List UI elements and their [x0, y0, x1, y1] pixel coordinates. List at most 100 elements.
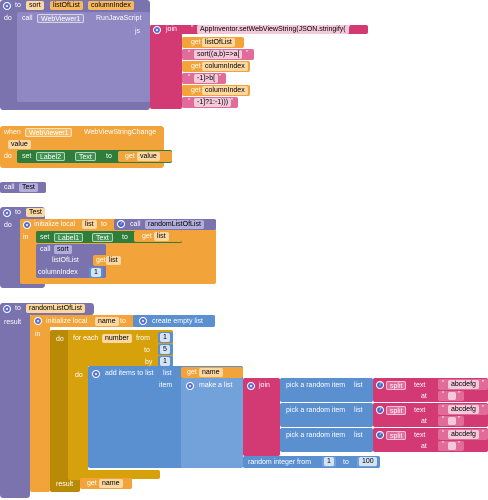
gear-icon[interactable] [23, 221, 31, 229]
method-label: RunJavaScript [96, 15, 142, 22]
quote-open-icon: “ [191, 25, 194, 32]
text-string-2[interactable]: sort((a,b)=>a[ [194, 50, 243, 59]
to-label: to [15, 2, 21, 9]
to-label: to [15, 209, 21, 216]
component-dropdown[interactable]: WebViewer1 [25, 128, 73, 137]
var-dropdown[interactable]: list [154, 232, 169, 241]
text-value[interactable]: abcdefg [448, 430, 479, 439]
text-value[interactable]: abcdefg [448, 380, 479, 389]
text-string-4[interactable]: -1]?1:-1))) [194, 98, 232, 107]
help-icon[interactable]: ? [376, 381, 384, 389]
gear-icon[interactable] [92, 370, 100, 378]
get-label: get [191, 39, 201, 46]
var-dropdown[interactable]: columnIndex [202, 86, 248, 95]
from-value[interactable]: 1 [160, 333, 170, 342]
procedure-randomlistoflist-block[interactable] [0, 303, 30, 498]
quote-open-icon: “ [442, 405, 445, 412]
get-label: get [191, 87, 201, 94]
var-dropdown[interactable]: name [99, 479, 123, 488]
join-block-body[interactable] [150, 25, 182, 109]
var-dropdown[interactable]: list [106, 256, 121, 265]
loop-var-field[interactable]: number [102, 334, 132, 343]
gear-icon[interactable] [153, 26, 161, 34]
property-dropdown[interactable]: Text [75, 152, 96, 161]
split-dropdown[interactable]: split [386, 431, 407, 440]
get-label: get [96, 257, 106, 264]
event-param[interactable]: value [8, 140, 31, 149]
text-string-3[interactable]: -1]>b[ [194, 74, 219, 83]
to-label: to [144, 347, 150, 354]
for-each-body-bar[interactable] [68, 330, 88, 480]
gear-icon[interactable] [139, 317, 147, 325]
at-value[interactable] [448, 417, 456, 425]
gear-icon[interactable] [3, 2, 11, 10]
number-value[interactable]: 1 [91, 268, 101, 277]
random-from-value[interactable]: 1 [324, 457, 334, 466]
from-label: from [136, 335, 150, 342]
var-dropdown[interactable]: listOfList [202, 38, 235, 47]
local-name-field[interactable]: name [95, 317, 119, 326]
procedure-dropdown[interactable]: sort [54, 245, 72, 254]
component-dropdown[interactable]: Label2 [36, 152, 66, 161]
help-icon[interactable]: ? [376, 406, 384, 414]
random-to-value[interactable]: 100 [359, 457, 377, 466]
make-a-list-block[interactable] [181, 378, 243, 468]
get-label: get [87, 480, 97, 487]
split-dropdown[interactable]: split [386, 406, 407, 415]
procedure-name-field[interactable]: Test [26, 208, 45, 217]
by-value[interactable]: 1 [160, 357, 170, 366]
call-runjavascript-block[interactable] [17, 12, 150, 102]
to-label: to [106, 153, 112, 160]
text-value[interactable]: abcdefg [448, 405, 479, 414]
pick-random-label: pick a random item [286, 407, 346, 414]
param-columnindex[interactable]: columnIndex [88, 1, 134, 10]
result-label: result [4, 319, 22, 326]
gear-icon[interactable] [34, 317, 42, 325]
procedure-name-field[interactable]: sort [26, 1, 44, 10]
to-value[interactable]: 5 [160, 345, 170, 354]
random-integer-label: random integer from [248, 459, 312, 466]
component-dropdown[interactable]: Label1 [54, 233, 84, 242]
procedure-name-field[interactable]: randomListOfList [26, 304, 85, 313]
gear-icon[interactable] [186, 382, 194, 390]
do-label: do [4, 222, 12, 229]
quote-close-icon: ” [482, 405, 485, 412]
pick-random-label: pick a random item [286, 432, 346, 439]
text-string-1[interactable]: AppInventor.setWebViewString(JSON.string… [197, 25, 349, 34]
text-label: text [414, 407, 426, 414]
property-dropdown[interactable]: Text [92, 233, 113, 242]
local-name-field[interactable]: list [82, 220, 97, 229]
quote-open-icon: “ [188, 74, 191, 81]
to-label: to [101, 221, 107, 228]
quote-open-icon: “ [442, 391, 445, 398]
gear-icon[interactable] [247, 382, 255, 390]
quote-open-icon: “ [442, 380, 445, 387]
pick-random-label: pick a random item [286, 382, 346, 389]
in-label: in [35, 331, 41, 338]
component-dropdown[interactable]: WebViewer1 [37, 14, 85, 23]
event-name-label: WebViewStringChange [84, 129, 157, 136]
var-dropdown[interactable]: columnIndex [202, 62, 248, 71]
at-value[interactable] [448, 442, 456, 450]
var-dropdown[interactable]: value [137, 152, 160, 161]
call-label: call [22, 15, 33, 22]
gear-icon[interactable] [3, 209, 11, 217]
set-label: set [22, 153, 32, 160]
init-local-name-body[interactable] [30, 315, 50, 492]
text-label: text [414, 382, 426, 389]
procedure-dropdown[interactable]: Test [19, 183, 38, 192]
at-value[interactable] [448, 392, 456, 400]
list-label: list [354, 382, 363, 389]
split-dropdown[interactable]: split [386, 381, 407, 390]
quote-close-icon: ” [482, 430, 485, 437]
param-listoflist[interactable]: listOfList [50, 1, 83, 10]
procedure-dropdown[interactable]: randomListOfList [145, 220, 204, 229]
get-label: get [191, 63, 201, 70]
var-dropdown[interactable]: name [199, 368, 223, 377]
arg-columnindex-label: columnIndex [38, 269, 78, 276]
at-label: at [421, 443, 427, 450]
help-icon[interactable]: ? [376, 431, 384, 439]
random-to-label: to [343, 459, 349, 466]
gear-icon[interactable] [3, 305, 11, 313]
help-icon[interactable]: ? [117, 220, 125, 228]
